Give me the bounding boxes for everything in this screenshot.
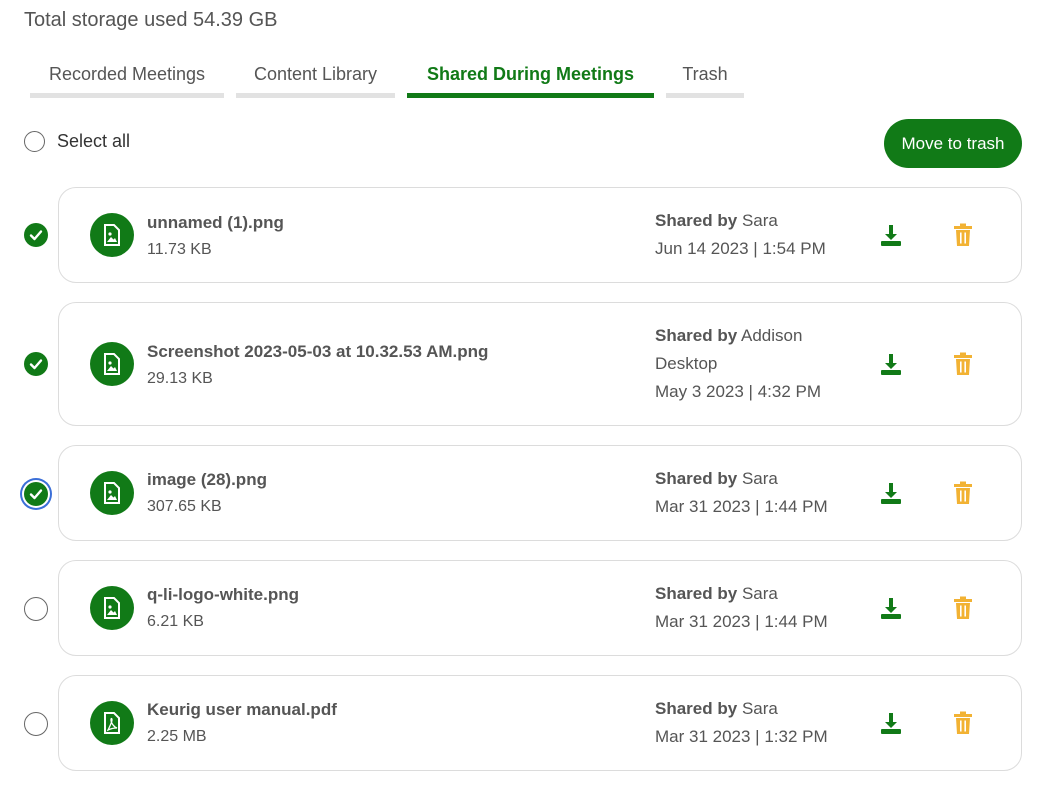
storage-page: Total storage used 54.39 GB Recorded Mee… — [0, 0, 1056, 792]
tab-recorded-meetings[interactable]: Recorded Meetings — [30, 58, 224, 98]
checkmark-icon — [24, 223, 48, 247]
shared-by-name: Sara — [741, 699, 778, 718]
tab-trash[interactable]: Trash — [666, 58, 744, 98]
unchecked-circle — [24, 712, 48, 736]
checkmark-icon — [24, 352, 48, 376]
image-file-icon — [90, 342, 134, 386]
tab-content-library[interactable]: Content Library — [236, 58, 395, 98]
file-size: 11.73 KB — [147, 241, 212, 258]
shared-date: May 3 2023 | 4:32 PM — [655, 382, 822, 401]
shared-by-label: Shared by — [655, 326, 738, 345]
download-icon[interactable] — [878, 351, 904, 377]
download-icon[interactable] — [878, 595, 904, 621]
shared-by-label: Shared by — [655, 211, 738, 230]
row-checkbox[interactable] — [24, 352, 48, 376]
shared-date: Mar 31 2023 | 1:44 PM — [655, 497, 828, 516]
share-meta: Shared by Sara Jun 14 2023 | 1:54 PM — [655, 207, 826, 263]
download-icon[interactable] — [878, 222, 904, 248]
share-meta: Shared by Sara Mar 31 2023 | 1:32 PM — [655, 695, 828, 751]
trash-icon[interactable] — [950, 595, 976, 621]
trash-icon[interactable] — [950, 351, 976, 377]
shared-by-name: Addison — [741, 326, 803, 345]
storage-usage-text: Total storage used 54.39 GB — [24, 9, 278, 31]
download-icon[interactable] — [878, 710, 904, 736]
file-name: image (28).png — [147, 470, 267, 489]
shared-by-name: Sara — [741, 211, 778, 230]
file-name: q-li-logo-white.png — [147, 585, 300, 604]
shared-by-name: Sara — [741, 469, 778, 488]
shared-by-name-continued: Desktop — [655, 354, 718, 373]
file-card[interactable]: unnamed (1).png 11.73 KB Shared by Sara … — [58, 187, 1022, 283]
file-size: 307.65 KB — [147, 498, 222, 515]
file-card[interactable]: image (28).png 307.65 KB Shared by Sara … — [58, 445, 1022, 541]
share-meta: Shared by Addison Desktop May 3 2023 | 4… — [655, 322, 821, 406]
file-size: 29.13 KB — [147, 370, 213, 387]
file-size: 6.21 KB — [147, 613, 204, 630]
file-name: Screenshot 2023-05-03 at 10.32.53 AM.png — [147, 342, 489, 361]
shared-date: Mar 31 2023 | 1:32 PM — [655, 727, 828, 746]
move-to-trash-button[interactable]: Move to trash — [884, 119, 1022, 168]
download-icon[interactable] — [878, 480, 904, 506]
trash-icon[interactable] — [950, 710, 976, 736]
file-name: Keurig user manual.pdf — [147, 700, 337, 719]
tab-shared-during-meetings[interactable]: Shared During Meetings — [407, 58, 654, 98]
select-all-control[interactable]: Select all — [24, 131, 130, 152]
row-checkbox[interactable] — [24, 482, 48, 506]
shared-date: Mar 31 2023 | 1:44 PM — [655, 612, 828, 631]
shared-by-label: Shared by — [655, 699, 738, 718]
checkmark-icon — [24, 482, 48, 506]
share-meta: Shared by Sara Mar 31 2023 | 1:44 PM — [655, 580, 828, 636]
row-checkbox[interactable] — [24, 597, 48, 621]
trash-icon[interactable] — [950, 222, 976, 248]
tab-bar: Recorded Meetings Content Library Shared… — [30, 58, 756, 98]
select-all-checkbox[interactable] — [24, 131, 45, 152]
file-card[interactable]: q-li-logo-white.png 6.21 KB Shared by Sa… — [58, 560, 1022, 656]
pdf-file-icon — [90, 701, 134, 745]
share-meta: Shared by Sara Mar 31 2023 | 1:44 PM — [655, 465, 828, 521]
shared-by-name: Sara — [741, 584, 778, 603]
file-size: 2.25 MB — [147, 728, 207, 745]
row-checkbox[interactable] — [24, 712, 48, 736]
file-card[interactable]: Keurig user manual.pdf 2.25 MB Shared by… — [58, 675, 1022, 771]
image-file-icon — [90, 471, 134, 515]
unchecked-circle — [24, 597, 48, 621]
trash-icon[interactable] — [950, 480, 976, 506]
shared-by-label: Shared by — [655, 584, 738, 603]
file-name: unnamed (1).png — [147, 213, 284, 232]
row-checkbox[interactable] — [24, 223, 48, 247]
image-file-icon — [90, 213, 134, 257]
shared-date: Jun 14 2023 | 1:54 PM — [655, 239, 826, 258]
select-all-label: Select all — [57, 131, 131, 151]
file-card[interactable]: Screenshot 2023-05-03 at 10.32.53 AM.png… — [58, 302, 1022, 426]
image-file-icon — [90, 586, 134, 630]
shared-by-label: Shared by — [655, 469, 738, 488]
